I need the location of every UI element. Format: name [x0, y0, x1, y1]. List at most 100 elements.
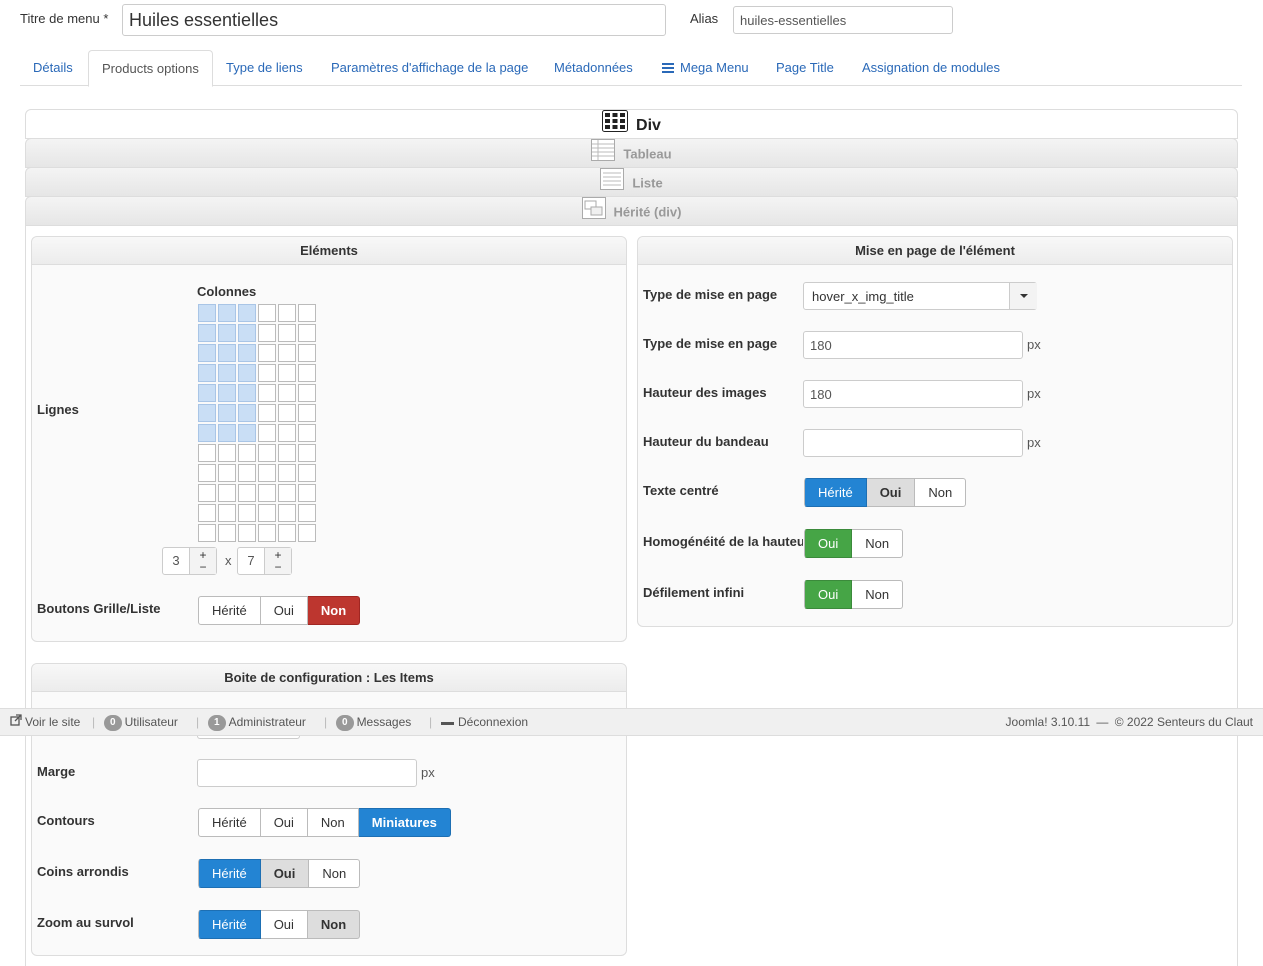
- grid-cell[interactable]: [198, 304, 216, 322]
- grid-cell[interactable]: [258, 484, 276, 502]
- columns-plus-minus[interactable]: + −: [189, 548, 216, 574]
- grid-cell[interactable]: [238, 464, 256, 482]
- tab-metadata[interactable]: Métadonnées: [541, 50, 646, 86]
- grid-cell[interactable]: [258, 324, 276, 342]
- logout-link[interactable]: Déconnexion: [441, 709, 528, 736]
- grid-cell[interactable]: [298, 324, 316, 342]
- option-no-button[interactable]: Non: [852, 529, 904, 558]
- messages-link[interactable]: 0 Messages: [336, 709, 411, 736]
- view-site-link[interactable]: Voir le site: [10, 709, 80, 736]
- grid-cell[interactable]: [198, 404, 216, 422]
- grid-cell[interactable]: [218, 364, 236, 382]
- tab-module-assignment[interactable]: Assignation de modules: [849, 50, 1013, 86]
- grid-cell[interactable]: [278, 444, 296, 462]
- grid-cell[interactable]: [238, 524, 256, 542]
- grid-cell[interactable]: [298, 424, 316, 442]
- grid-cell[interactable]: [218, 404, 236, 422]
- grid-cell[interactable]: [258, 344, 276, 362]
- grid-cell[interactable]: [198, 344, 216, 362]
- grid-selector[interactable]: [197, 303, 317, 543]
- layout-option-inherit[interactable]: Hérité (div): [25, 196, 1238, 226]
- grid-cell[interactable]: [298, 524, 316, 542]
- alias-input[interactable]: [733, 6, 953, 34]
- menu-title-input[interactable]: [122, 4, 666, 36]
- option-inherit-button[interactable]: Hérité: [198, 859, 261, 888]
- grid-cell[interactable]: [198, 384, 216, 402]
- grid-cell[interactable]: [238, 404, 256, 422]
- grid-cell[interactable]: [298, 384, 316, 402]
- option-thumbnails-button[interactable]: Miniatures: [358, 808, 451, 837]
- centered-text-toggle[interactable]: Hérité Oui Non: [804, 478, 967, 507]
- grid-cell[interactable]: [298, 504, 316, 522]
- grid-cell[interactable]: [238, 324, 256, 342]
- grid-cell[interactable]: [258, 384, 276, 402]
- grid-cell[interactable]: [278, 384, 296, 402]
- grid-cell[interactable]: [258, 504, 276, 522]
- grid-cell[interactable]: [278, 404, 296, 422]
- grid-cell[interactable]: [278, 304, 296, 322]
- hover-zoom-toggle[interactable]: Hérité Oui Non: [198, 910, 361, 939]
- grid-cell[interactable]: [198, 324, 216, 342]
- grid-cell[interactable]: [258, 424, 276, 442]
- grid-cell[interactable]: [298, 484, 316, 502]
- grid-cell[interactable]: [278, 344, 296, 362]
- grid-cell[interactable]: [238, 484, 256, 502]
- grid-cell[interactable]: [278, 464, 296, 482]
- grid-cell[interactable]: [258, 444, 276, 462]
- option-no-button[interactable]: Non: [307, 910, 361, 939]
- option-yes-button[interactable]: Oui: [260, 808, 308, 837]
- option-no-button[interactable]: Non: [915, 478, 967, 507]
- grid-cell[interactable]: [238, 384, 256, 402]
- grid-cell[interactable]: [238, 424, 256, 442]
- option-yes-button[interactable]: Oui: [260, 596, 308, 625]
- grid-cell[interactable]: [238, 344, 256, 362]
- grid-cell[interactable]: [198, 424, 216, 442]
- grid-cell[interactable]: [278, 524, 296, 542]
- minus-icon[interactable]: −: [274, 560, 281, 574]
- layout-option-div[interactable]: Div: [25, 109, 1238, 139]
- rounded-corners-toggle[interactable]: Hérité Oui Non: [198, 859, 361, 888]
- grid-cell[interactable]: [218, 304, 236, 322]
- rows-stepper[interactable]: 7 + −: [237, 547, 292, 575]
- grid-cell[interactable]: [278, 364, 296, 382]
- option-no-button[interactable]: Non: [307, 596, 361, 625]
- banner-height-input[interactable]: [803, 429, 1023, 457]
- minus-icon[interactable]: −: [199, 560, 206, 574]
- grid-cell[interactable]: [238, 444, 256, 462]
- option-no-button[interactable]: Non: [307, 808, 359, 837]
- admins-link[interactable]: 1 Administrateur: [208, 709, 306, 736]
- height-homogeneity-toggle[interactable]: Oui Non: [804, 529, 904, 558]
- grid-cell[interactable]: [238, 364, 256, 382]
- grid-cell[interactable]: [298, 464, 316, 482]
- width-input[interactable]: [803, 331, 1023, 359]
- option-inherit-button[interactable]: Hérité: [198, 808, 261, 837]
- option-yes-button[interactable]: Oui: [260, 859, 310, 888]
- option-yes-button[interactable]: Oui: [260, 910, 308, 939]
- grid-cell[interactable]: [198, 484, 216, 502]
- option-inherit-button[interactable]: Hérité: [804, 478, 867, 507]
- option-no-button[interactable]: Non: [309, 859, 361, 888]
- infinite-scroll-toggle[interactable]: Oui Non: [804, 580, 904, 609]
- grid-cell[interactable]: [298, 444, 316, 462]
- layout-type-select[interactable]: hover_x_img_title: [803, 282, 1037, 310]
- grid-cell[interactable]: [218, 324, 236, 342]
- grid-list-buttons-toggle[interactable]: Hérité Oui Non: [198, 596, 361, 625]
- option-no-button[interactable]: Non: [852, 580, 904, 609]
- grid-cell[interactable]: [218, 444, 236, 462]
- tab-page-title[interactable]: Page Title: [763, 50, 847, 86]
- option-yes-button[interactable]: Oui: [804, 580, 853, 609]
- grid-cell[interactable]: [258, 404, 276, 422]
- grid-cell[interactable]: [278, 324, 296, 342]
- margin-input[interactable]: [197, 759, 417, 787]
- grid-cell[interactable]: [198, 364, 216, 382]
- option-yes-button[interactable]: Oui: [804, 529, 853, 558]
- grid-cell[interactable]: [258, 304, 276, 322]
- grid-cell[interactable]: [258, 364, 276, 382]
- grid-cell[interactable]: [298, 364, 316, 382]
- grid-cell[interactable]: [278, 484, 296, 502]
- grid-cell[interactable]: [298, 344, 316, 362]
- tab-products-options[interactable]: Products options: [88, 50, 213, 87]
- grid-cell[interactable]: [238, 504, 256, 522]
- grid-cell[interactable]: [198, 444, 216, 462]
- users-link[interactable]: 0 Utilisateur: [104, 709, 178, 736]
